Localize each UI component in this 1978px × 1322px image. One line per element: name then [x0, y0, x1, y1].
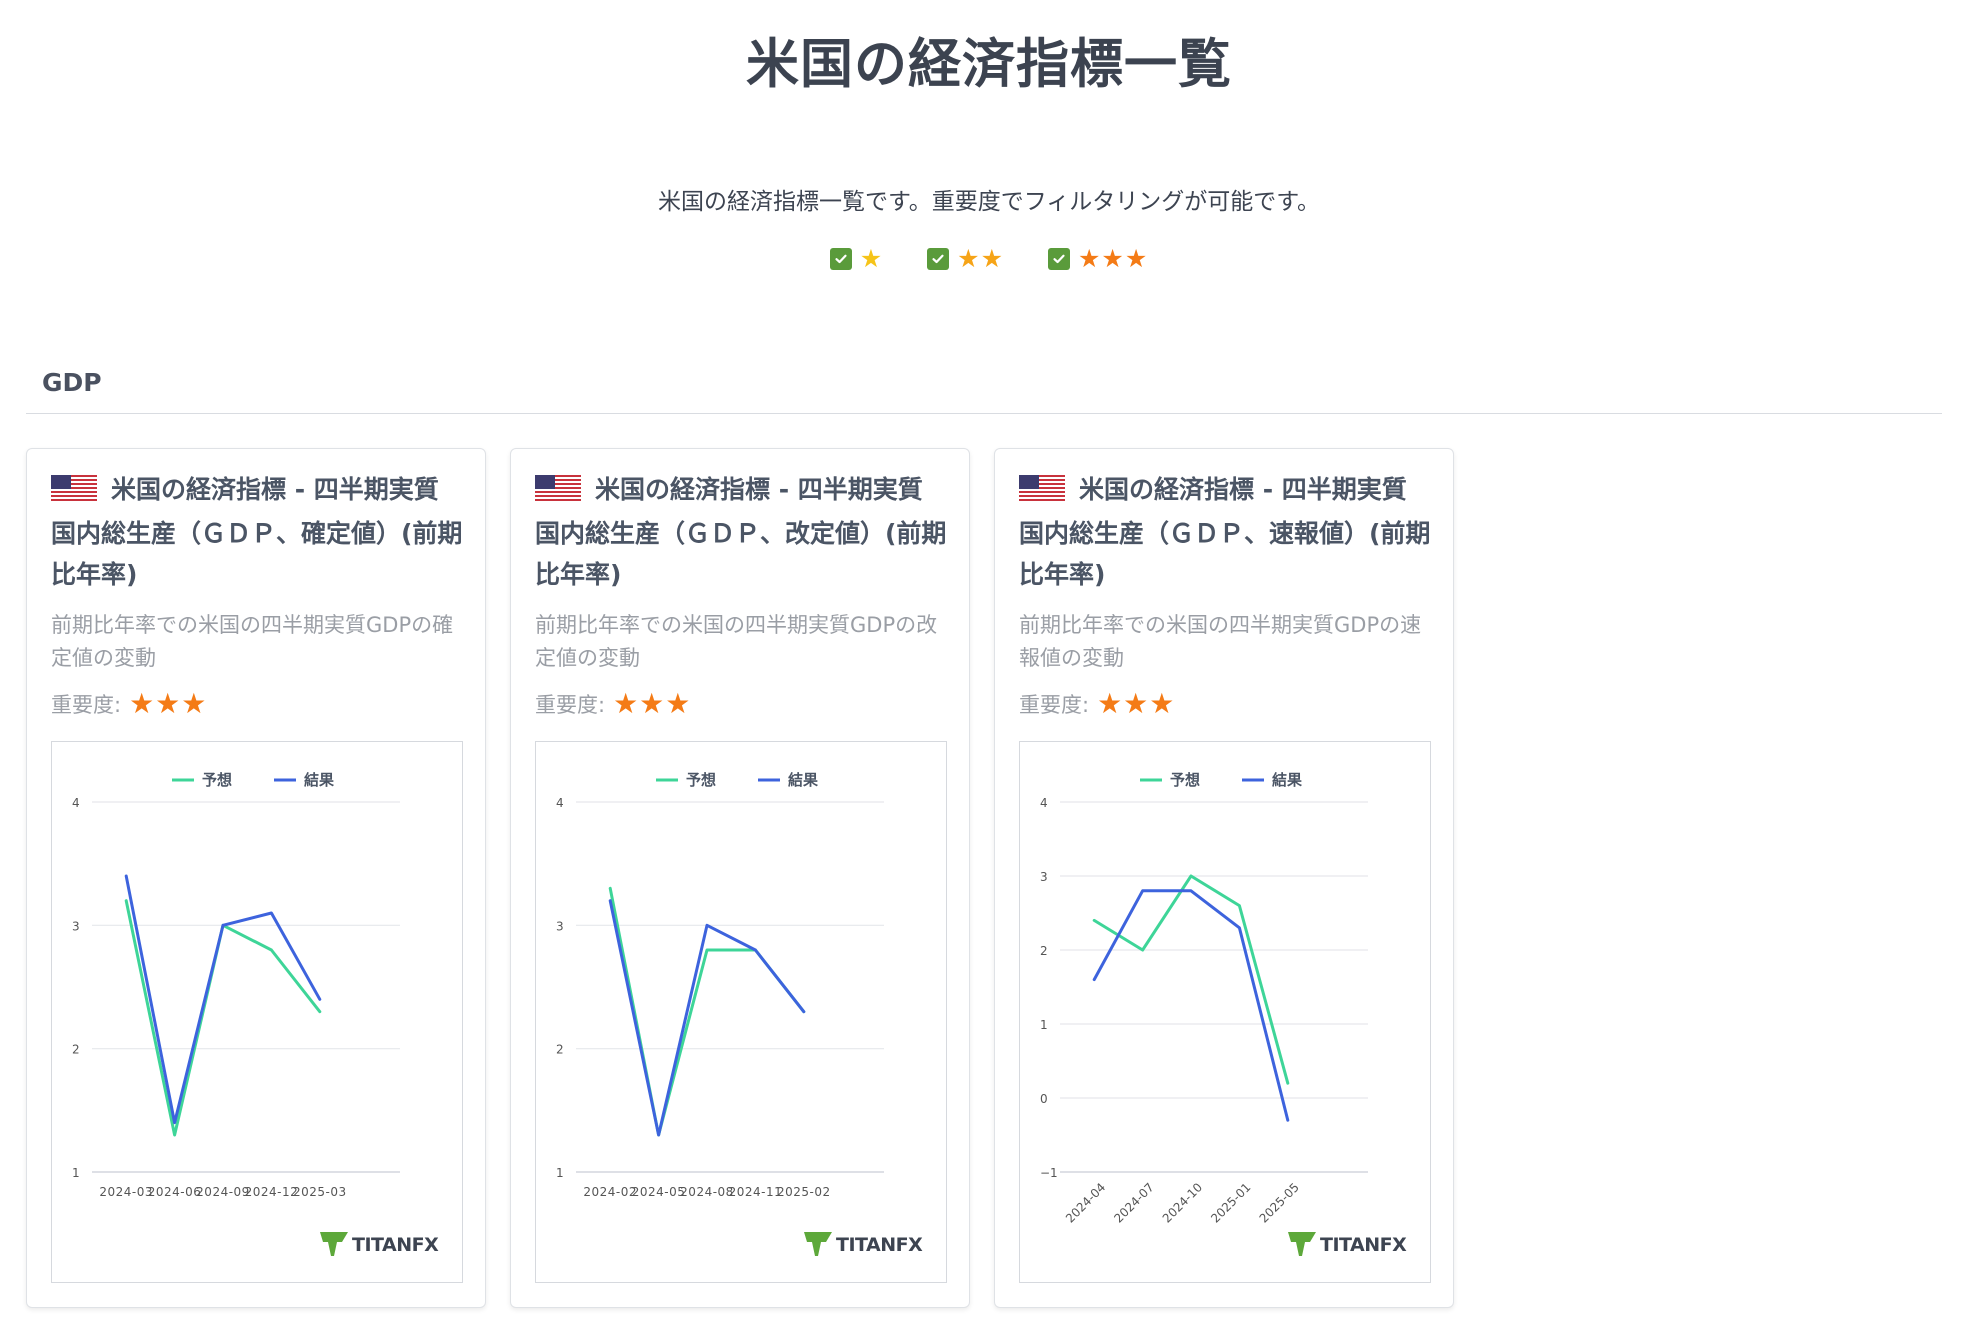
y-tick-label: 4 — [556, 796, 564, 810]
x-tick-label: 2024-07 — [1111, 1180, 1156, 1225]
card-description: 前期比年率での米国の四半期実質GDPの速報値の変動 — [1019, 613, 1422, 670]
chart-legend: 予想 結果 — [656, 771, 819, 789]
importance-stars: ★★★ — [613, 687, 692, 720]
forecast-series-line — [1092, 874, 1290, 1085]
card-description: 前期比年率での米国の四半期実質GDPの確定値の変動 — [51, 613, 454, 670]
x-tick-label: 2024-08 — [680, 1185, 734, 1199]
section-title: GDP — [42, 368, 102, 397]
importance-label: 重要度: — [1019, 692, 1090, 717]
legend-actual-label: 結果 — [304, 771, 335, 789]
us-flag-icon — [1019, 472, 1065, 513]
x-tick-label: 2024-03 — [99, 1185, 153, 1199]
x-tick-label: 2024-09 — [196, 1185, 250, 1199]
line-chart: 予想 結果 −1 0 1 2 3 4 2024-04 2024-07 2024-10 2025-0… — [1019, 741, 1431, 1283]
card-title[interactable]: 米国の経済指標 - 四半期実質国内総生産（ＧＤＰ、速報値）(前期比年率) — [1019, 469, 1431, 595]
actual-series-line — [608, 899, 806, 1137]
titanfx-logo: TITANFX — [1288, 1232, 1408, 1256]
y-tick-label: 3 — [1040, 870, 1048, 884]
y-tick-label: 0 — [1040, 1092, 1048, 1106]
y-tick-label: 3 — [556, 919, 564, 933]
titanfx-logo-text: TITANFX — [836, 1234, 923, 1256]
importance: 重要度: ★★★ — [1019, 687, 1175, 720]
x-tick-label: 2024-04 — [1063, 1180, 1108, 1225]
card-title[interactable]: 米国の経済指標 - 四半期実質国内総生産（ＧＤＰ、確定値）(前期比年率) — [51, 469, 463, 595]
titanfx-logo-text: TITANFX — [1320, 1234, 1407, 1256]
indicator-card[interactable]: 米国の経済指標 - 四半期実質国内総生産（ＧＤＰ、改定値）(前期比年率) 前期比… — [510, 448, 970, 1308]
legend-forecast-label: 予想 — [1170, 771, 1200, 789]
titanfx-logo-text: TITANFX — [352, 1234, 439, 1256]
legend-forecast-label: 予想 — [202, 771, 232, 789]
line-chart: 予想 結果 1 2 3 4 2024-03 2024-06 2024-09 2024-12 20… — [51, 741, 463, 1283]
x-tick-label: 2025-02 — [777, 1185, 831, 1199]
titanfx-logo-icon — [804, 1232, 832, 1256]
titanfx-logo: TITANFX — [804, 1232, 924, 1256]
importance: 重要度: ★★★ — [535, 687, 691, 720]
titanfx-logo: TITANFX — [320, 1232, 440, 1256]
chart-legend: 予想 結果 — [1140, 771, 1303, 789]
page: 米国の経済指標一覧 米国の経済指標一覧です。重要度でフィルタリングが可能です。 … — [0, 0, 1978, 1322]
plot-area: 1 2 3 4 2024-022024-052024-082024-112025-02 — [556, 796, 884, 1199]
page-description: 米国の経済指標一覧です。重要度でフィルタリングが可能です。 — [658, 189, 1320, 215]
star-rating-2: ★★ — [957, 244, 1004, 273]
star-rating-3: ★★★ — [1078, 244, 1149, 273]
y-tick-label: 2 — [1040, 944, 1048, 958]
importance-stars: ★★★ — [129, 687, 208, 720]
y-tick-label: 3 — [72, 919, 80, 933]
titanfx-logo-icon — [320, 1232, 348, 1256]
card-title[interactable]: 米国の経済指標 - 四半期実質国内総生産（ＧＤＰ、改定値）(前期比年率) — [535, 469, 947, 595]
indicator-card[interactable]: 米国の経済指標 - 四半期実質国内総生産（ＧＤＰ、確定値）(前期比年率) 前期比… — [26, 448, 486, 1308]
importance: 重要度: ★★★ — [51, 687, 207, 720]
indicator-card[interactable]: 米国の経済指標 - 四半期実質国内総生産（ＧＤＰ、速報値）(前期比年率) 前期比… — [994, 448, 1454, 1308]
importance-label: 重要度: — [51, 692, 122, 717]
x-tick-label: 2024-10 — [1160, 1180, 1205, 1225]
x-tick-label: 2024-06 — [148, 1185, 202, 1199]
y-tick-label: 1 — [556, 1166, 564, 1180]
x-tick-label: 2024-12 — [245, 1185, 299, 1199]
section-divider — [26, 413, 1942, 414]
chart-legend: 予想 結果 — [172, 771, 335, 789]
us-flag-icon — [535, 472, 581, 513]
x-tick-label: 2024-02 — [583, 1185, 637, 1199]
checkbox-checked-icon[interactable] — [1048, 247, 1070, 270]
x-tick-label: 2025-01 — [1208, 1180, 1253, 1225]
importance-filters: ★ ★★ ★★★ — [0, 246, 1978, 271]
x-tick-label: 2025-03 — [293, 1185, 347, 1199]
filter-3-stars[interactable]: ★★★ — [1048, 246, 1148, 271]
x-tick-label: 2024-11 — [729, 1185, 783, 1199]
actual-series-line — [1092, 889, 1290, 1122]
actual-series-line — [124, 874, 322, 1125]
importance-stars: ★★★ — [1097, 687, 1176, 720]
card-description: 前期比年率での米国の四半期実質GDPの改定値の変動 — [535, 613, 938, 670]
x-tick-label: 2024-05 — [632, 1185, 686, 1199]
card-title-text: 米国の経済指標 - 四半期実質国内総生産（ＧＤＰ、速報値）(前期比年率) — [1019, 475, 1431, 589]
filter-1-star[interactable]: ★ — [829, 244, 884, 273]
page-title: 米国の経済指標一覧 — [746, 34, 1232, 95]
filter-2-stars[interactable]: ★★ — [927, 246, 1004, 271]
card-title-text: 米国の経済指標 - 四半期実質国内総生産（ＧＤＰ、確定値）(前期比年率) — [51, 475, 463, 589]
legend-actual-label: 結果 — [1272, 771, 1303, 789]
importance-label: 重要度: — [535, 692, 606, 717]
legend-forecast-label: 予想 — [686, 771, 716, 789]
card-title-text: 米国の経済指標 - 四半期実質国内総生産（ＧＤＰ、改定値）(前期比年率) — [535, 475, 947, 589]
y-tick-label: 2 — [556, 1043, 564, 1057]
y-tick-label: 1 — [72, 1166, 80, 1180]
titanfx-logo-icon — [1288, 1232, 1316, 1256]
y-tick-label: 4 — [1040, 796, 1048, 810]
y-tick-label: 4 — [72, 796, 80, 810]
y-tick-label: 2 — [72, 1043, 80, 1057]
star-rating-1: ★ — [859, 244, 884, 273]
plot-area: 1 2 3 4 2024-032024-062024-092024-122025-03 — [72, 796, 400, 1199]
x-tick-label: 2025-05 — [1257, 1180, 1302, 1225]
plot-area: −1 0 1 2 3 4 2024-04 2024-07 2024-10 2025-01 2025-… — [1040, 796, 1368, 1226]
y-tick-label: 1 — [1040, 1018, 1048, 1032]
checkbox-checked-icon[interactable] — [927, 247, 950, 270]
legend-actual-label: 結果 — [788, 771, 819, 789]
checkbox-checked-icon[interactable] — [829, 247, 852, 270]
us-flag-icon — [51, 472, 97, 513]
y-tick-label: −1 — [1040, 1166, 1058, 1180]
line-chart: 予想 結果 1 2 3 4 2024-02 2024-05 2024-08 2024-11 20… — [535, 741, 947, 1283]
